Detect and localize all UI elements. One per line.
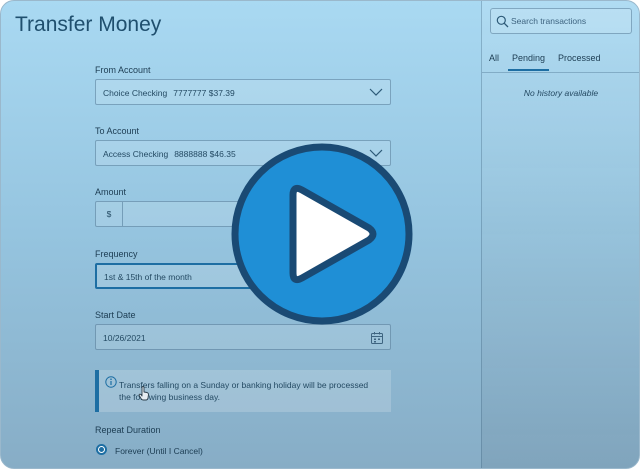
start-date-input[interactable]: 10/26/2021: [95, 324, 391, 350]
tab-pending[interactable]: Pending: [507, 53, 550, 71]
repeat-forever-label[interactable]: Forever (Until I Cancel): [115, 446, 203, 456]
info-text: Transfers falling on a Sunday or banking…: [119, 380, 369, 402]
history-empty-message: No history available: [523, 88, 599, 98]
to-account-value: Access Checking 8888888 $46.35: [103, 149, 236, 159]
from-account-number: 7777777: [173, 88, 207, 98]
chevron-down-icon: [369, 88, 383, 96]
history-panel: All Pending Processed No history availab…: [481, 1, 639, 468]
search-box[interactable]: [490, 8, 632, 34]
frequency-label: Frequency: [95, 249, 138, 259]
play-icon[interactable]: [229, 141, 415, 327]
hand-cursor-icon: [138, 386, 149, 401]
from-account-balance: $37.39: [208, 88, 235, 98]
start-date-label: Start Date: [95, 310, 136, 320]
search-icon: [496, 15, 509, 28]
from-account-select[interactable]: Choice Checking 7777777 $37.39: [95, 79, 391, 105]
start-date-value: 10/26/2021: [103, 333, 146, 343]
from-account-name: Choice Checking: [103, 88, 168, 98]
to-account-name: Access Checking: [103, 149, 169, 159]
page-title: Transfer Money: [15, 13, 162, 36]
currency-symbol: $: [96, 202, 123, 226]
calendar-icon[interactable]: [370, 331, 384, 345]
history-tabs: All Pending Processed: [482, 49, 639, 73]
app-frame: Transfer Money From Account Choice Check…: [0, 0, 640, 469]
repeat-duration-label: Repeat Duration: [95, 425, 161, 435]
repeat-forever-radio[interactable]: [96, 444, 107, 455]
tab-all[interactable]: All: [489, 53, 499, 63]
from-account-label: From Account: [95, 65, 151, 75]
info-icon: [105, 376, 117, 388]
tab-processed[interactable]: Processed: [558, 53, 601, 63]
to-account-label: To Account: [95, 126, 140, 136]
search-input[interactable]: [511, 13, 626, 29]
frequency-value: 1st & 15th of the month: [104, 272, 192, 282]
amount-label: Amount: [95, 187, 127, 197]
from-account-value: Choice Checking 7777777 $37.39: [103, 88, 235, 98]
to-account-number: 8888888: [174, 149, 208, 159]
